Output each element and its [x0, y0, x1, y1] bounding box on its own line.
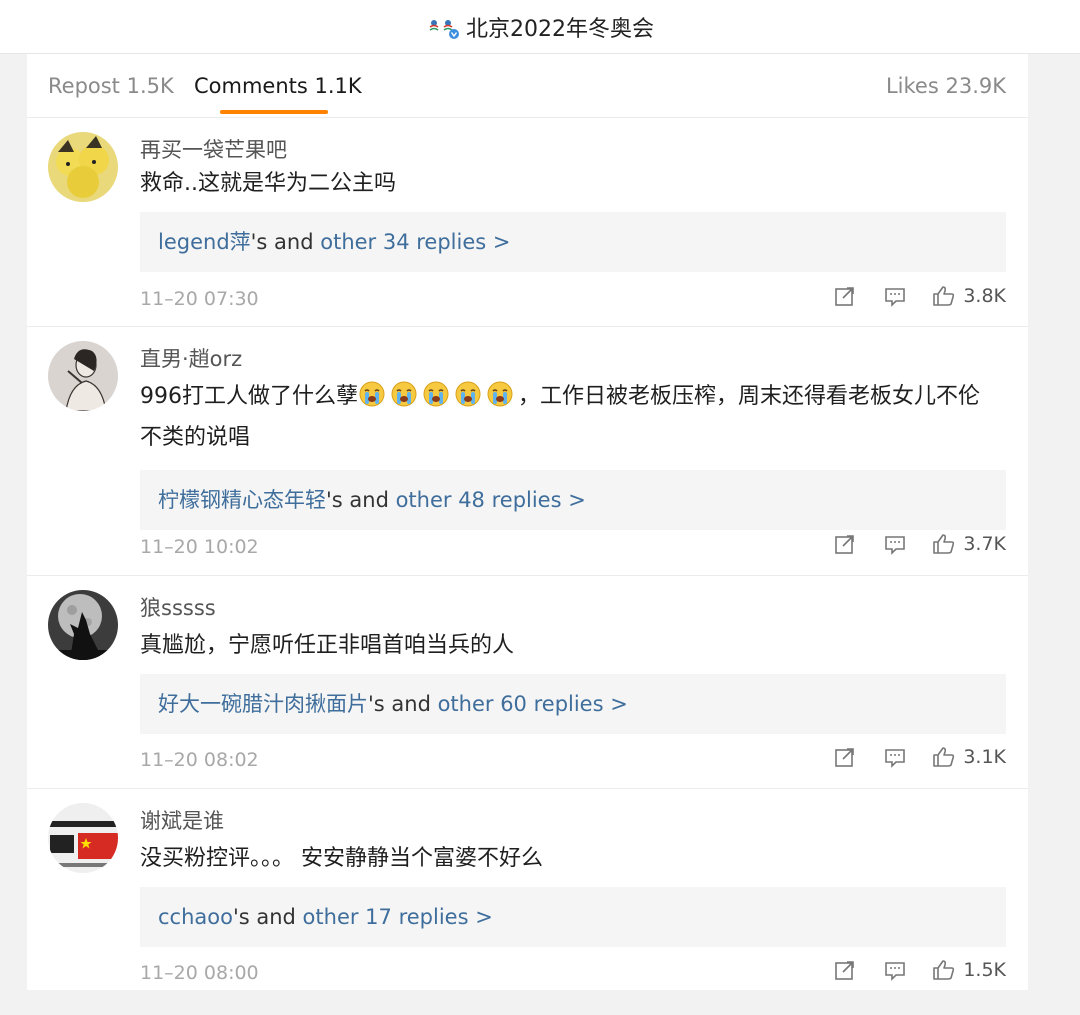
- comment-username[interactable]: 狼sssss: [140, 592, 216, 622]
- crying-emoji: [454, 380, 482, 420]
- replies-preview[interactable]: 好大一碗腊汁肉揪面片's and other 60 replies >: [140, 674, 1006, 734]
- comment-text: 救命..这就是华为二公主吗: [140, 171, 396, 196]
- replies-preview[interactable]: 柠檬钢精心态年轻's and other 48 replies >: [140, 470, 1006, 530]
- timestamp: 11–20 07:30: [140, 288, 259, 310]
- comment-item: 直男·趙orz 996打工人做了什么孽 ，工作日被老板压榨，周末还得看老板女儿不伦…: [27, 327, 1028, 576]
- reply-connector: 's and: [326, 488, 396, 512]
- crying-emoji: [486, 380, 514, 420]
- comment-text-part: 996打工人做了什么孽: [140, 384, 358, 409]
- reply-username[interactable]: cchaoo: [158, 905, 233, 929]
- share-icon[interactable]: [834, 285, 856, 307]
- replies-preview[interactable]: legend萍's and other 34 replies >: [140, 212, 1006, 272]
- share-icon[interactable]: [834, 746, 856, 768]
- share-icon[interactable]: [834, 959, 856, 981]
- more-replies-link[interactable]: other 17 replies >: [303, 905, 493, 929]
- comment-actions: 3.7K: [834, 533, 1006, 555]
- timestamp: 11–20 08:00: [140, 962, 259, 984]
- timestamp: 11–20 10:02: [140, 536, 259, 558]
- page-title: 北京2022年冬奥会: [466, 16, 654, 42]
- tab-bar: Repost 1.5K Comments 1.1K Likes 23.9K: [27, 54, 1028, 118]
- comment-actions: 3.8K: [834, 285, 1006, 307]
- comment-item: 狼sssss 真尴尬，宁愿听任正非唱首咱当兵的人 好大一碗腊汁肉揪面片's an…: [27, 576, 1028, 789]
- like-count: 3.1K: [963, 746, 1006, 768]
- share-icon[interactable]: [834, 533, 856, 555]
- crying-emoji: [390, 380, 418, 420]
- crying-emoji: [358, 380, 386, 420]
- more-replies-link[interactable]: other 60 replies >: [438, 692, 628, 716]
- tab-likes[interactable]: Likes 23.9K: [886, 74, 1006, 98]
- replies-preview[interactable]: cchaoo's and other 17 replies >: [140, 887, 1006, 947]
- comment-text: 没买粉控评。。。 安安静静当个富婆不好么: [140, 846, 543, 871]
- avatar[interactable]: [48, 132, 118, 202]
- like-count: 3.8K: [963, 285, 1006, 307]
- comment-footer: 11–20 07:30 3.8K: [140, 285, 1006, 315]
- reply-username[interactable]: legend萍: [158, 230, 251, 254]
- reply-connector: 's and: [232, 905, 303, 929]
- comment-actions: 1.5K: [834, 959, 1006, 981]
- thumbs-up-icon[interactable]: [932, 533, 955, 555]
- more-replies-link[interactable]: other 48 replies >: [396, 488, 586, 512]
- comment-icon[interactable]: [884, 959, 906, 981]
- reply-connector: 's and: [368, 692, 438, 716]
- tab-comments[interactable]: Comments 1.1K: [194, 74, 362, 98]
- tab-repost[interactable]: Repost 1.5K: [48, 74, 174, 98]
- top-bar: 北京2022年冬奥会: [0, 0, 1080, 54]
- reply-username[interactable]: 柠檬钢精心态年轻: [158, 488, 326, 512]
- bottom-gutter: [0, 990, 1080, 1015]
- comments-panel: Repost 1.5K Comments 1.1K Likes 23.9K 再买…: [27, 54, 1028, 990]
- comment-footer: 11–20 08:02 3.1K: [140, 746, 1006, 776]
- like-count: 1.5K: [963, 959, 1006, 981]
- comment-item: 再买一袋芒果吧 救命..这就是华为二公主吗 legend萍's and othe…: [27, 118, 1028, 327]
- olympics-logo: [426, 15, 460, 39]
- comment-username[interactable]: 直男·趙orz: [140, 343, 242, 373]
- thumbs-up-icon[interactable]: [932, 285, 955, 307]
- comment-icon[interactable]: [884, 533, 906, 555]
- crying-emoji: [422, 380, 450, 420]
- emoji-group: [358, 381, 518, 409]
- active-tab-indicator: [220, 110, 328, 114]
- comment-icon[interactable]: [884, 746, 906, 768]
- avatar[interactable]: [48, 341, 118, 411]
- comment-username[interactable]: 谢斌是谁: [140, 805, 224, 835]
- thumbs-up-icon[interactable]: [932, 959, 955, 981]
- comment-text: 真尴尬，宁愿听任正非唱首咱当兵的人: [140, 633, 515, 658]
- comment-username[interactable]: 再买一袋芒果吧: [140, 134, 287, 164]
- thumbs-up-icon[interactable]: [932, 746, 955, 768]
- timestamp: 11–20 08:02: [140, 749, 259, 771]
- reply-connector: 's and: [250, 230, 321, 254]
- reply-username[interactable]: 好大一碗腊汁肉揪面片: [158, 692, 368, 716]
- comment-item: 谢斌是谁 没买粉控评。。。 安安静静当个富婆不好么 cchaoo's and o…: [27, 789, 1028, 990]
- comment-footer: 11–20 08:00 1.5K: [140, 959, 1006, 989]
- more-replies-link[interactable]: other 34 replies >: [320, 230, 510, 254]
- like-count: 3.7K: [963, 533, 1006, 555]
- comment-actions: 3.1K: [834, 746, 1006, 768]
- avatar[interactable]: [48, 803, 118, 873]
- avatar[interactable]: [48, 590, 118, 660]
- comment-icon[interactable]: [884, 285, 906, 307]
- comment-text: 996打工人做了什么孽 ，工作日被老板压榨，周末还得看老板女儿不伦不类的说唱: [140, 379, 1000, 456]
- comment-footer: 11–20 10:02 3.7K: [140, 533, 1006, 563]
